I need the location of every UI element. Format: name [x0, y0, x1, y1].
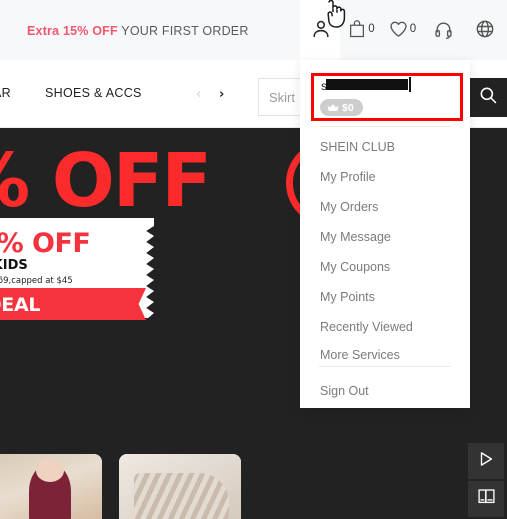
- coupon-code: 80DEAL: [0, 294, 41, 316]
- nav-prev-arrow-icon[interactable]: ‹: [196, 88, 201, 101]
- triangle-right-icon: [477, 450, 495, 473]
- wallet-balance-badge[interactable]: $0: [320, 99, 363, 116]
- nav-next-arrow-icon[interactable]: ›: [219, 88, 224, 101]
- support-icon-slot[interactable]: [423, 20, 464, 39]
- menu-item-recently-viewed[interactable]: Recently Viewed: [320, 312, 460, 342]
- headset-icon[interactable]: [434, 20, 453, 39]
- account-icon[interactable]: [310, 18, 332, 40]
- menu-item-sign-out[interactable]: Sign Out: [320, 376, 460, 406]
- heart-icon[interactable]: [389, 20, 408, 38]
- hero-banner[interactable]: % OFF 80% OFF E | KIDS rs over $69,cappe…: [0, 128, 300, 519]
- bag-icon-slot[interactable]: 0: [341, 19, 382, 39]
- play-button[interactable]: [468, 443, 504, 479]
- category-card-image: [119, 454, 241, 519]
- wallet-amount: $0: [342, 101, 354, 114]
- coupon-fine-print: rs over $69,capped at $45: [0, 276, 73, 286]
- nav-category-item[interactable]: SHOES & ACCS: [45, 86, 142, 100]
- category-card[interactable]: -65% BABY: [0, 454, 102, 519]
- bag-count: 0: [368, 23, 375, 35]
- wishlist-count: 0: [409, 23, 417, 35]
- bag-icon[interactable]: [348, 19, 366, 39]
- copy-windows-icon: [477, 487, 496, 511]
- globe-icon[interactable]: [475, 19, 495, 39]
- category-card-image: [0, 454, 102, 519]
- search-placeholder: Skirt: [269, 89, 295, 105]
- category-card[interactable]: -90% HOME: [119, 454, 241, 519]
- promo-highlight: Extra 15% OFF: [27, 24, 118, 38]
- hero-ring-decoration: [286, 140, 300, 226]
- search-button[interactable]: [468, 78, 507, 117]
- search-icon: [478, 85, 498, 110]
- promo-rest: YOUR FIRST ORDER: [117, 24, 249, 38]
- coupon-subtitle: E | KIDS: [0, 258, 28, 273]
- compare-button[interactable]: [468, 481, 504, 517]
- username-redaction-caret: [409, 77, 411, 92]
- menu-item-my-orders[interactable]: My Orders: [320, 192, 460, 222]
- menu-item-my-coupons[interactable]: My Coupons: [320, 252, 460, 282]
- promo-message: Extra 15% OFF YOUR FIRST ORDER: [27, 24, 249, 38]
- language-icon-slot[interactable]: [464, 19, 505, 39]
- menu-item-shein-club[interactable]: SHEIN CLUB: [320, 132, 460, 162]
- coupon-title: 80% OFF: [0, 228, 91, 259]
- account-icon-slot[interactable]: [300, 18, 341, 40]
- crown-icon: [327, 103, 339, 112]
- menu-item-my-points[interactable]: My Points: [320, 282, 460, 312]
- header-icon-rail: 0 0: [300, 18, 505, 40]
- hero-headline: % OFF: [0, 138, 212, 224]
- menu-item-my-profile[interactable]: My Profile: [320, 162, 460, 192]
- username-redaction-bar: [326, 79, 408, 90]
- shein-storefront-page: % OFF 80% OFF E | KIDS rs over $69,cappe…: [0, 0, 507, 519]
- dropdown-divider: [319, 366, 451, 367]
- menu-item-my-message[interactable]: My Message: [320, 222, 460, 252]
- wishlist-icon-slot[interactable]: 0: [382, 20, 423, 38]
- nav-category-item[interactable]: AR: [0, 86, 11, 100]
- dropdown-divider: [319, 126, 451, 127]
